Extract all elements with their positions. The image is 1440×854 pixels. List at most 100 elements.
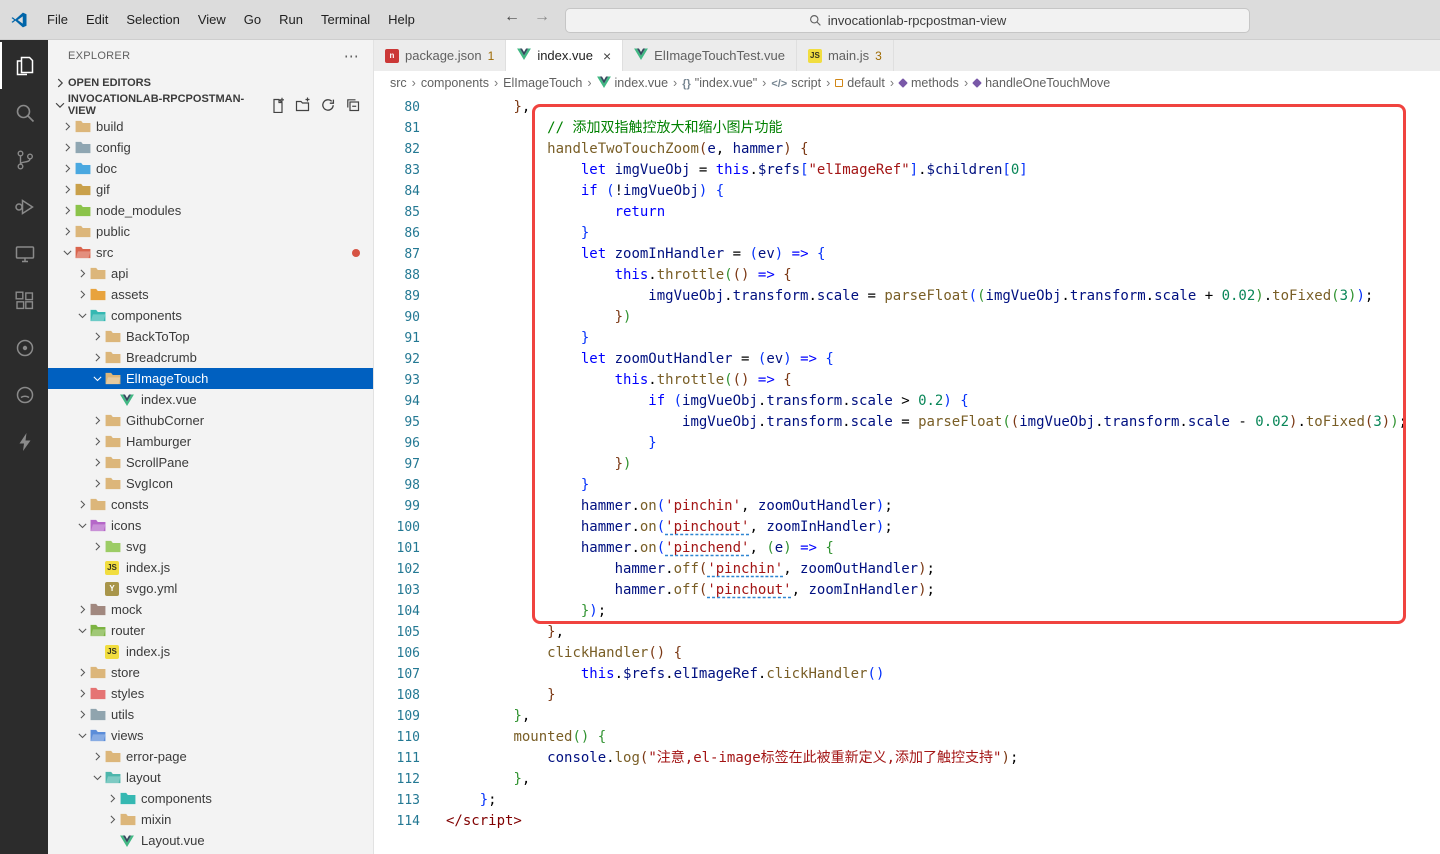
tree-item-SvgIcon[interactable]: SvgIcon	[48, 473, 373, 494]
tree-item-svgo.yml[interactable]: Ysvgo.yml	[48, 578, 373, 599]
tree-item-api[interactable]: api	[48, 263, 373, 284]
menu-terminal[interactable]: Terminal	[312, 8, 379, 31]
code-line-113[interactable]: 113 };	[374, 790, 1440, 811]
code-line-107[interactable]: 107 this.$refs.elImageRef.clickHandler()	[374, 664, 1440, 685]
line-number[interactable]: 88	[374, 265, 420, 286]
line-number[interactable]: 81	[374, 118, 420, 139]
line-number[interactable]: 80	[374, 97, 420, 118]
line-number[interactable]: 98	[374, 475, 420, 496]
code-line-87[interactable]: 87 let zoomInHandler = (ev) => {	[374, 244, 1440, 265]
menu-file[interactable]: File	[38, 8, 77, 31]
tab-index.vue[interactable]: index.vue ×	[506, 40, 624, 71]
code-line-101[interactable]: 101 hammer.on('pinchend', (e) => {	[374, 538, 1440, 559]
remote-explorer-icon[interactable]	[0, 230, 48, 277]
collapse-all-icon[interactable]	[345, 97, 361, 113]
run-debug-icon[interactable]	[0, 183, 48, 230]
line-number[interactable]: 96	[374, 433, 420, 454]
code-line-83[interactable]: 83 let imgVueObj = this.$refs["elImageRe…	[374, 160, 1440, 181]
line-number[interactable]: 102	[374, 559, 420, 580]
refresh-icon[interactable]	[320, 97, 336, 113]
search-icon[interactable]	[0, 89, 48, 136]
close-icon[interactable]: ×	[603, 48, 611, 64]
line-number[interactable]: 113	[374, 790, 420, 811]
code-line-111[interactable]: 111 console.log("注意,el-image标签在此被重新定义,添加…	[374, 748, 1440, 769]
line-number[interactable]: 110	[374, 727, 420, 748]
tree-item-assets[interactable]: assets	[48, 284, 373, 305]
tree-item-config[interactable]: config	[48, 137, 373, 158]
workspace-root-row[interactable]: INVOCATIONLAB-RPCPOSTMAN-VIEW	[48, 93, 373, 117]
tree-item-consts[interactable]: consts	[48, 494, 373, 515]
tree-item-build[interactable]: build	[48, 116, 373, 137]
new-folder-icon[interactable]	[295, 97, 311, 113]
line-number[interactable]: 86	[374, 223, 420, 244]
code-line-85[interactable]: 85 return	[374, 202, 1440, 223]
menu-edit[interactable]: Edit	[77, 8, 117, 31]
code-line-90[interactable]: 90 })	[374, 307, 1440, 328]
code-line-99[interactable]: 99 hammer.on('pinchin', zoomOutHandler);	[374, 496, 1440, 517]
code-line-82[interactable]: 82 handleTwoTouchZoom(e, hammer) {	[374, 139, 1440, 160]
code-line-96[interactable]: 96 }	[374, 433, 1440, 454]
breadcrumb-item-handleOneTouchMove[interactable]: handleOneTouchMove	[972, 76, 1110, 90]
code-line-97[interactable]: 97 })	[374, 454, 1440, 475]
tree-item-layout[interactable]: layout	[48, 767, 373, 788]
code-line-91[interactable]: 91 }	[374, 328, 1440, 349]
code-line-93[interactable]: 93 this.throttle(() => {	[374, 370, 1440, 391]
line-number[interactable]: 111	[374, 748, 420, 769]
breadcrumb-item-default[interactable]: default	[835, 76, 885, 90]
menu-view[interactable]: View	[189, 8, 235, 31]
line-number[interactable]: 85	[374, 202, 420, 223]
tab-ElImageTouchTest.vue[interactable]: ElImageTouchTest.vue	[623, 40, 797, 71]
tree-item-BackToTop[interactable]: BackToTop	[48, 326, 373, 347]
forward-arrow-icon[interactable]: →	[530, 8, 554, 26]
line-number[interactable]: 100	[374, 517, 420, 538]
line-number[interactable]: 112	[374, 769, 420, 790]
tree-item-doc[interactable]: doc	[48, 158, 373, 179]
tree-item-components[interactable]: components	[48, 305, 373, 326]
line-number[interactable]: 97	[374, 454, 420, 475]
code-line-98[interactable]: 98 }	[374, 475, 1440, 496]
code-line-89[interactable]: 89 imgVueObj.transform.scale = parseFloa…	[374, 286, 1440, 307]
line-number[interactable]: 99	[374, 496, 420, 517]
breadcrumb-item-methods[interactable]: methods	[898, 76, 959, 90]
new-file-icon[interactable]	[270, 97, 286, 113]
tree-item-public[interactable]: public	[48, 221, 373, 242]
breadcrumb-item-script[interactable]: </> script	[771, 76, 821, 90]
tree-item-router[interactable]: router	[48, 620, 373, 641]
tree-item-gif[interactable]: gif	[48, 179, 373, 200]
line-number[interactable]: 92	[374, 349, 420, 370]
line-number[interactable]: 103	[374, 580, 420, 601]
explorer-icon[interactable]	[0, 42, 48, 89]
breadcrumb-item-src[interactable]: src	[390, 76, 407, 90]
tree-item-store[interactable]: store	[48, 662, 373, 683]
code-line-106[interactable]: 106 clickHandler() {	[374, 643, 1440, 664]
tree-item-error-page[interactable]: error-page	[48, 746, 373, 767]
tree-item-components[interactable]: components	[48, 788, 373, 809]
code-line-84[interactable]: 84 if (!imgVueObj) {	[374, 181, 1440, 202]
live-share-icon[interactable]	[0, 324, 48, 371]
tree-item-Breadcrumb[interactable]: Breadcrumb	[48, 347, 373, 368]
menu-go[interactable]: Go	[235, 8, 270, 31]
tree-item-icons[interactable]: icons	[48, 515, 373, 536]
source-control-icon[interactable]	[0, 136, 48, 183]
line-number[interactable]: 101	[374, 538, 420, 559]
code-line-108[interactable]: 108 }	[374, 685, 1440, 706]
extensions-icon[interactable]	[0, 277, 48, 324]
tree-item-mixin[interactable]: mixin	[48, 809, 373, 830]
breadcrumb-item-indexvue[interactable]: {} "index.vue"	[682, 76, 757, 90]
tree-item-Hamburger[interactable]: Hamburger	[48, 431, 373, 452]
code-line-100[interactable]: 100 hammer.on('pinchout', zoomInHandler)…	[374, 517, 1440, 538]
line-number[interactable]: 93	[374, 370, 420, 391]
line-number[interactable]: 108	[374, 685, 420, 706]
code-line-110[interactable]: 110 mounted() {	[374, 727, 1440, 748]
explorer-more-actions-icon[interactable]: ⋯	[344, 47, 359, 65]
tree-item-svg[interactable]: svg	[48, 536, 373, 557]
tree-item-ScrollPane[interactable]: ScrollPane	[48, 452, 373, 473]
back-arrow-icon[interactable]: ←	[500, 8, 524, 26]
code-line-102[interactable]: 102 hammer.off('pinchin', zoomOutHandler…	[374, 559, 1440, 580]
command-center-search[interactable]: invocationlab-rpcpostman-view	[565, 8, 1250, 33]
code-line-104[interactable]: 104 });	[374, 601, 1440, 622]
menu-run[interactable]: Run	[270, 8, 312, 31]
code-line-81[interactable]: 81 // 添加双指触控放大和缩小图片功能	[374, 118, 1440, 139]
code-line-95[interactable]: 95 imgVueObj.transform.scale = parseFloa…	[374, 412, 1440, 433]
code-editor[interactable]: 80 }, 81 // 添加双指触控放大和缩小图片功能 82 handleTwoTo…	[374, 95, 1440, 854]
